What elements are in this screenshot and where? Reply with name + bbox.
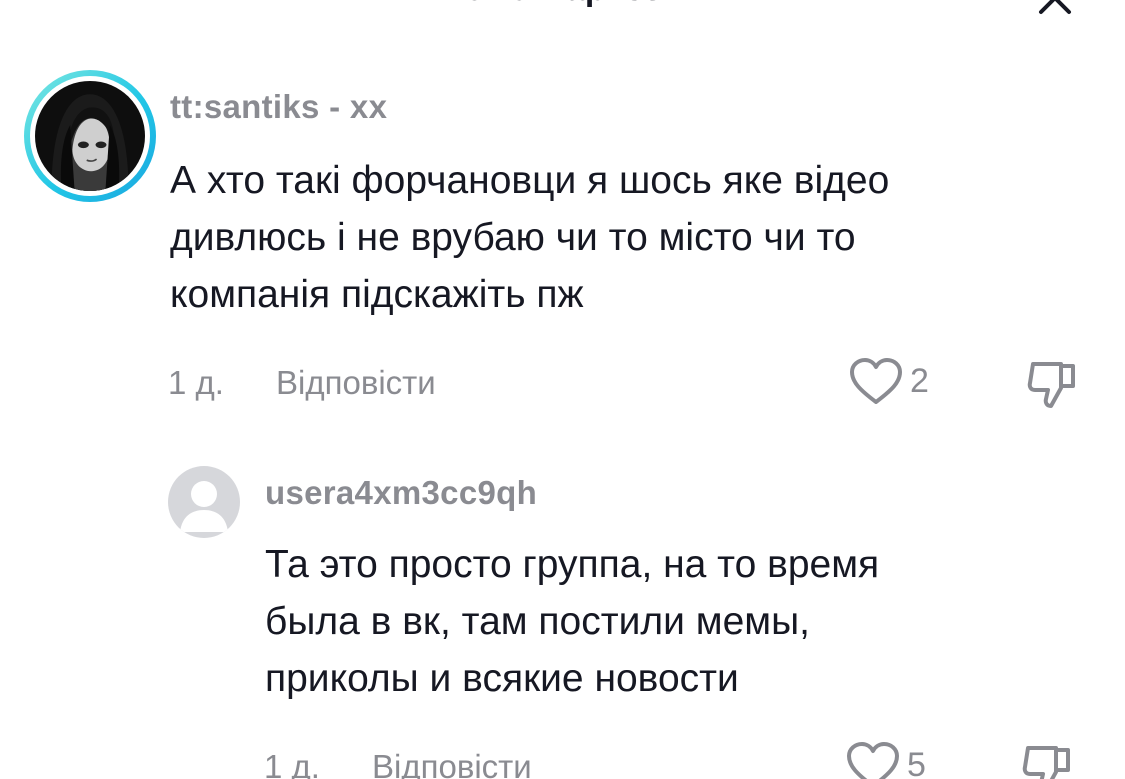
comment-text-line: дивлюсь і не врубаю чи то місто чи то [170,216,856,259]
like-count: 5 [907,745,926,779]
comment-timestamp: 1 д. [168,364,224,401]
comment-timestamp: 1 д. [264,748,320,779]
comments-header-title: Коментарі 387 [0,0,1125,9]
comment-text-line: приколы и всякие новости [265,657,739,700]
like-button[interactable]: 5 [845,740,926,779]
reply-button[interactable]: Відповісти [276,364,436,402]
heart-outline-icon [847,742,899,779]
comment-text-line: А хто такі форчановци я шось яке відео [170,159,890,202]
close-button[interactable] [1035,0,1075,18]
avatar[interactable] [168,466,240,538]
thumbs-down-icon [1022,746,1070,779]
like-count: 2 [910,361,929,400]
avatar-image [35,81,145,191]
comment-text: А хто такі форчановци я шось яке відео д… [170,152,889,323]
comment-text-line: компанія підскажіть пж [170,273,584,316]
reply-button[interactable]: Відповісти [372,748,532,779]
close-icon [1039,0,1071,14]
default-avatar-icon [180,481,228,532]
comment-text-line: была в вк, там постили мемы, [265,600,810,643]
comments-panel: Коментарі 387 [0,0,1125,779]
avatar[interactable] [24,70,156,202]
dislike-button[interactable] [1025,356,1081,417]
heart-outline-icon [850,358,902,404]
comment-username[interactable]: usera4xm3cc9qh [265,474,537,512]
comment-text-line: Та это просто группа, на то время [265,543,880,586]
like-button[interactable]: 2 [848,356,929,406]
comment-text: Та это просто группа, на то время была в… [265,536,879,707]
dislike-button[interactable] [1020,740,1076,779]
thumbs-down-icon [1027,362,1075,408]
comment-username[interactable]: tt:santiks - xx [170,88,387,126]
